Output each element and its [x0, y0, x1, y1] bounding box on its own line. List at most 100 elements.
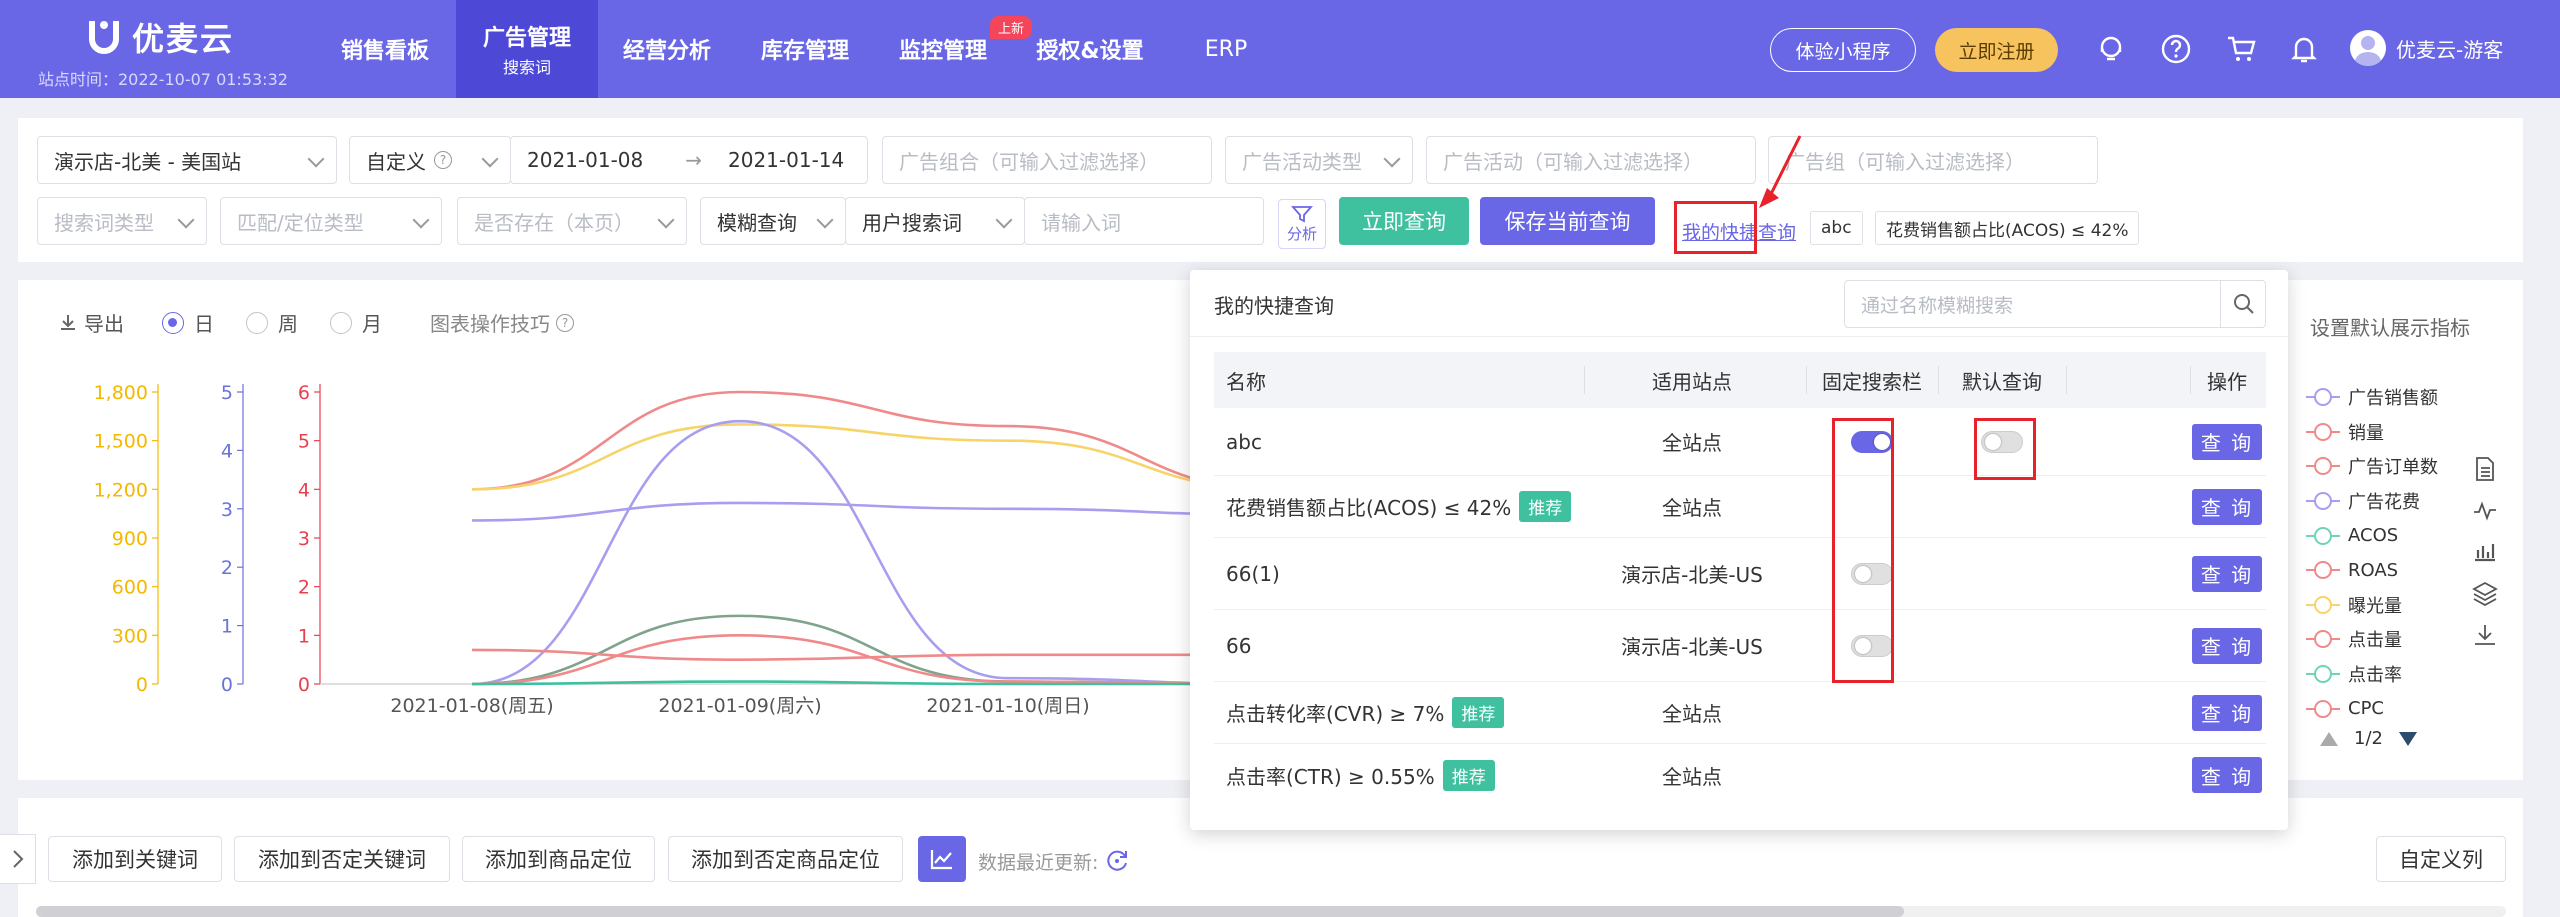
avatar — [2350, 30, 2386, 66]
bell-icon[interactable] — [2287, 32, 2321, 66]
y-axis-tick-label: 4 — [298, 479, 310, 501]
keyword-input[interactable]: 请输入词 — [1024, 197, 1264, 245]
chart-legend: 广告销售额销量广告订单数 广告花费 ACOS ROAS 曝光量 点击量点击率 CPC — [2306, 380, 2438, 726]
y-axis-tick-label: 0 — [221, 674, 233, 696]
nav-monitoring[interactable]: 监控管理 — [878, 0, 1008, 98]
saved-tag-abc[interactable]: abc — [1810, 211, 1863, 245]
refresh-icon[interactable] — [1104, 848, 1130, 878]
legend-item[interactable]: 点击量 — [2306, 622, 2438, 657]
ad-portfolio-select[interactable]: 广告组合（可输入过滤选择） — [882, 136, 1212, 184]
register-button[interactable]: 立即注册 — [1935, 28, 2058, 72]
user-menu[interactable]: 优麦云-游客 — [2350, 30, 2503, 66]
radio-month[interactable]: 月 — [330, 308, 382, 337]
search-term-type-select[interactable]: 搜索词类型 — [37, 197, 207, 245]
document-icon[interactable] — [2472, 456, 2500, 484]
legend-marker — [2306, 629, 2340, 649]
legend-item[interactable]: 广告订单数 — [2306, 449, 2438, 484]
query-now-button[interactable]: 立即查询 — [1339, 197, 1469, 245]
legend-marker — [2306, 422, 2340, 442]
support-icon[interactable] — [2094, 32, 2128, 66]
add-to-keywords-button[interactable]: 添加到关键词 — [48, 836, 222, 882]
legend-item[interactable]: ACOS — [2306, 518, 2438, 553]
query-button[interactable]: 查 询 — [2192, 423, 2262, 460]
query-button[interactable]: 查 询 — [2192, 488, 2262, 525]
y-axis-tick-label: 1,500 — [94, 431, 148, 453]
nav-sales-board[interactable]: 销售看板 — [320, 0, 450, 98]
legend-label: 销量 — [2348, 422, 2384, 444]
legend-item[interactable]: 点击率 — [2306, 657, 2438, 692]
date-mode-select[interactable]: 自定义? — [349, 136, 511, 184]
query-button[interactable]: 查 询 — [2192, 694, 2262, 731]
legend-item[interactable]: 销量 — [2306, 415, 2438, 450]
highlight-box-pin-column — [1832, 418, 1894, 683]
site-time: 站点时间：2022-10-07 01:53:32 — [38, 70, 288, 89]
date-range-picker[interactable]: 2021-01-08 → 2021-01-14 — [510, 136, 868, 184]
layers-icon[interactable] — [2472, 580, 2500, 608]
y-axis-tick-label: 0 — [136, 674, 148, 696]
nav-ad-management[interactable]: 广告管理 搜索词 — [456, 0, 598, 98]
bar-chart-icon[interactable] — [2472, 538, 2500, 566]
row-name: 66(1) — [1226, 561, 1280, 586]
row-site: 全站点 — [1662, 702, 1722, 726]
nav-erp[interactable]: ERP — [1180, 0, 1272, 98]
row-action: 查 询 — [2192, 682, 2262, 743]
radio-day[interactable]: 日 — [162, 308, 214, 337]
save-query-button[interactable]: 保存当前查询 — [1480, 197, 1655, 245]
query-button[interactable]: 查 询 — [2192, 627, 2262, 664]
col-divider — [1584, 366, 1585, 394]
row-name-cell: 花费销售额占比(ACOS) ≤ 42% 推荐 — [1226, 476, 1572, 537]
export-button[interactable]: 导出 — [58, 308, 124, 337]
triangle-down-icon[interactable] — [2397, 730, 2419, 748]
legend-item[interactable]: 广告销售额 — [2306, 380, 2438, 415]
add-to-negative-keywords-button[interactable]: 添加到否定关键词 — [234, 836, 450, 882]
match-type-select[interactable]: 匹配/定位类型 — [220, 197, 442, 245]
table-row: 点击转化率(CVR) ≥ 7% 推荐 全站点 查 询 — [1214, 682, 2266, 744]
legend-item[interactable]: 曝光量 — [2306, 588, 2438, 623]
add-to-product-targeting-button[interactable]: 添加到商品定位 — [462, 836, 655, 882]
col-divider — [1938, 366, 1939, 394]
chart-tips[interactable]: 图表操作技巧? — [430, 308, 574, 337]
radio-week[interactable]: 周 — [246, 308, 298, 337]
store-select[interactable]: 演示店-北美 - 美国站 — [37, 136, 337, 184]
row-site: 演示店-北美-US — [1621, 563, 1763, 587]
line-chart[interactable]: 0 300 600 900 1,200 1,500 1,800 0 1 2 3 4 5 0 1 2 3 4 5 6 20… — [0, 370, 1200, 730]
legend-label: 点击率 — [2348, 665, 2402, 687]
col-name: 名称 — [1226, 369, 1266, 394]
query-button[interactable]: 查 询 — [2192, 757, 2262, 793]
analyze-button[interactable]: 分析 — [1278, 199, 1326, 249]
fuzzy-query-select[interactable]: 模糊查询 — [700, 197, 846, 245]
campaign-select[interactable]: 广告活动（可输入过滤选择） — [1426, 136, 1756, 184]
chart-toggle-button[interactable] — [918, 836, 966, 882]
help-icon[interactable] — [2159, 32, 2193, 66]
scrollbar-thumb[interactable] — [36, 906, 1904, 917]
series-line — [471, 614, 1200, 686]
nav-auth-settings[interactable]: 授权&设置 — [1020, 0, 1160, 98]
saved-tag-acos[interactable]: 花费销售额占比(ACOS) ≤ 42% — [1875, 211, 2140, 245]
row-action: 查 询 — [2192, 538, 2262, 609]
set-default-metrics[interactable]: 设置默认展示指标 — [2310, 312, 2470, 341]
brand-logo[interactable]: 优麦云 — [86, 14, 234, 60]
row-action: 查 询 — [2192, 744, 2262, 806]
line-chart-icon[interactable] — [2472, 496, 2500, 524]
nav-business-analysis[interactable]: 经营分析 — [602, 0, 732, 98]
legend-item[interactable]: ROAS — [2306, 553, 2438, 588]
user-search-term-select[interactable]: 用户搜索词 — [845, 197, 1025, 245]
ad-group-select[interactable]: 广告组（可输入过滤选择） — [1768, 136, 2098, 184]
legend-marker — [2306, 456, 2340, 476]
legend-item[interactable]: 广告花费 — [2306, 484, 2438, 519]
legend-marker — [2306, 595, 2340, 615]
exists-select[interactable]: 是否存在（本页） — [457, 197, 687, 245]
download-icon[interactable] — [2472, 622, 2500, 650]
add-to-negative-product-targeting-button[interactable]: 添加到否定商品定位 — [668, 836, 903, 882]
cart-icon[interactable] — [2224, 32, 2258, 66]
nav-inventory[interactable]: 库存管理 — [740, 0, 870, 98]
custom-columns-button[interactable]: 自定义列 — [2376, 836, 2506, 882]
mini-program-button[interactable]: 体验小程序 — [1770, 28, 1916, 72]
legend-item[interactable]: CPC — [2306, 691, 2438, 726]
collapse-toggle[interactable] — [0, 834, 36, 884]
popup-search-button[interactable] — [2220, 280, 2266, 328]
query-button[interactable]: 查 询 — [2192, 555, 2262, 592]
triangle-up-icon[interactable] — [2318, 730, 2340, 748]
campaign-type-select[interactable]: 广告活动类型 — [1225, 136, 1413, 184]
popup-search-input[interactable]: 通过名称模糊搜索 — [1844, 280, 2266, 328]
